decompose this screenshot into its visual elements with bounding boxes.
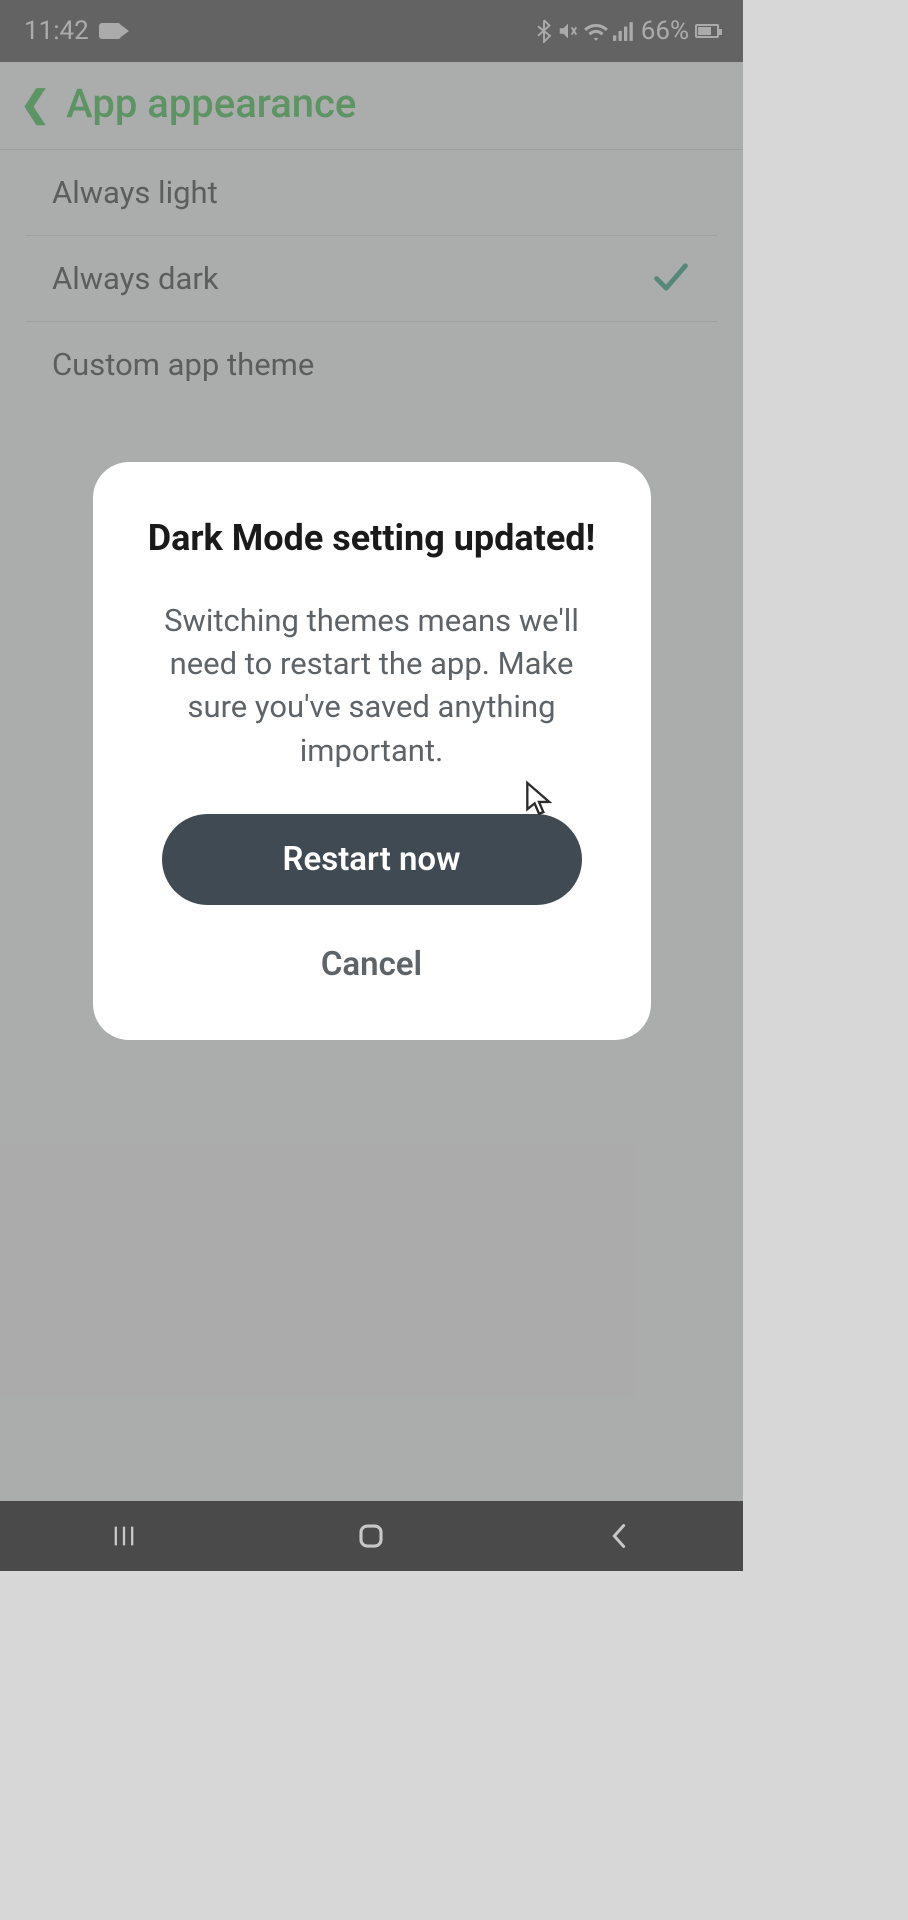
- modal-body: Switching themes means we'll need to res…: [135, 599, 609, 773]
- cancel-button[interactable]: Cancel: [135, 933, 609, 996]
- restart-now-button[interactable]: Restart now: [162, 814, 582, 905]
- recents-button[interactable]: [74, 1522, 174, 1550]
- modal-title: Dark Mode setting updated!: [135, 514, 609, 563]
- restart-modal: Dark Mode setting updated! Switching the…: [93, 462, 651, 1040]
- back-button[interactable]: [569, 1522, 669, 1550]
- mouse-cursor-icon: [524, 780, 554, 818]
- android-nav-bar: [0, 1501, 743, 1571]
- home-button[interactable]: [321, 1521, 421, 1551]
